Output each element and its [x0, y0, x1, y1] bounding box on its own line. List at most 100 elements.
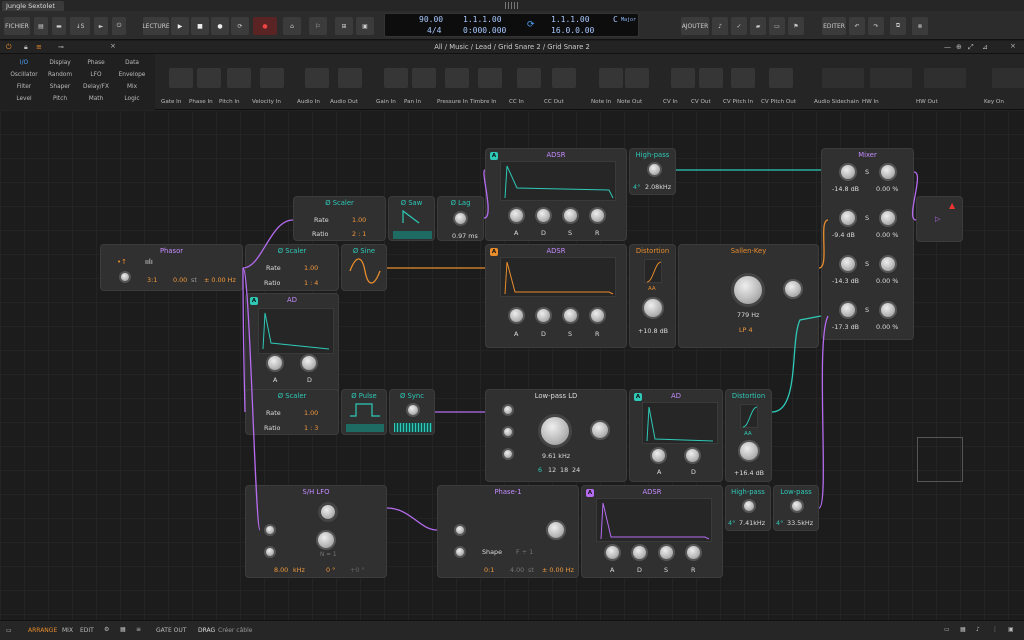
rate-value[interactable]: 1.00 [304, 409, 318, 417]
sine-module[interactable]: Ø Sine [341, 244, 387, 291]
distortion-module-2[interactable]: Distortion AA +16.4 dB [725, 389, 772, 482]
category-item[interactable]: Oscillator [6, 72, 42, 78]
device-tile[interactable] [924, 68, 966, 88]
phase1-module[interactable]: Phase-1 Shape F ÷ 1 0:1 4.00 st ± 0.00 H… [437, 485, 579, 578]
grid-canvas[interactable]: Phasor •↑ ıılı 3:1 0.00 st ± 0.00 Hz Ø S… [0, 110, 1024, 620]
category-item[interactable]: Mix [114, 84, 150, 90]
arrow-icon[interactable]: ► [94, 17, 108, 35]
scaler-module-3[interactable]: Ø Scaler Rate 1.00 Ratio 1 : 3 [245, 389, 339, 435]
pulse-module[interactable]: Ø Pulse [341, 389, 387, 435]
mix-tab[interactable]: MIX [62, 627, 73, 634]
scaler-module-1[interactable]: Ø Scaler Rate 1.00 Ratio 2 : 1 [293, 196, 386, 241]
device-tile[interactable] [197, 68, 221, 88]
ad-module-2[interactable]: A AD A D [629, 389, 723, 482]
keyboard-icon[interactable]: ▦ [120, 626, 126, 633]
close-panel-icon[interactable]: × [1010, 42, 1016, 50]
attack-knob[interactable] [266, 354, 284, 372]
note-icon[interactable]: ♪ [712, 17, 728, 35]
category-item[interactable]: Pitch [42, 96, 78, 102]
highpass-module-2[interactable]: High-pass 4° 7.41kHz [725, 485, 771, 531]
drive-knob[interactable] [738, 440, 760, 462]
mixer-module[interactable]: Mixer S -14.8 dB 0.00 % S -9.4 dB 0.00 % S -14.… [821, 148, 914, 340]
solo-button[interactable]: S [865, 260, 869, 268]
sallenkey-module[interactable]: Sallen-Key 779 Hz LP 4 [678, 244, 819, 348]
pan-value[interactable]: 0.00 % [876, 323, 898, 331]
device-tile[interactable] [699, 68, 723, 88]
record-button[interactable]: ● [211, 17, 229, 35]
screen-icon[interactable]: ▭ [944, 626, 950, 633]
small-knob-2[interactable] [502, 426, 514, 438]
sustain-knob[interactable] [562, 207, 579, 224]
decay-knob[interactable] [684, 447, 701, 464]
decay-knob[interactable] [535, 207, 552, 224]
fit-icon[interactable]: ⤢ [968, 43, 974, 52]
device-tile[interactable] [769, 68, 793, 88]
signature-value[interactable]: 4/4 [427, 26, 441, 35]
shape-knob[interactable] [316, 530, 336, 550]
pan-knob[interactable] [879, 255, 897, 273]
fine-value[interactable]: ± 0.00 Hz [204, 276, 236, 284]
level-value[interactable]: -14.3 dB [832, 277, 859, 285]
metronome-icon[interactable]: ⚐ [309, 17, 327, 35]
distortion-module-1[interactable]: Distortion AA +10.8 dB [629, 244, 676, 348]
scaler-module-2[interactable]: Ø Scaler Rate 1.00 Ratio 1 : 4 [245, 244, 339, 291]
loop-length-value[interactable]: 16.0.0.00 [551, 26, 594, 35]
semitone-value[interactable]: 0.00 [173, 276, 187, 284]
sync-knob[interactable] [406, 403, 420, 417]
category-item[interactable]: Data [114, 60, 150, 66]
cutoff-value[interactable]: 7.41kHz [739, 519, 765, 527]
level-value[interactable]: -14.8 dB [832, 185, 859, 193]
category-item[interactable]: Logic [114, 96, 150, 102]
category-item[interactable]: Math [78, 96, 114, 102]
lag-module[interactable]: Ø Lag 0.97 ms [437, 196, 484, 241]
menu-icon[interactable]: ▭ [6, 627, 12, 634]
shape-knob[interactable] [546, 520, 566, 540]
device-tile[interactable] [992, 68, 1024, 88]
position-value[interactable]: 1.1.1.00 [463, 15, 502, 24]
category-item[interactable]: Filter [6, 84, 42, 90]
attack-knob[interactable] [604, 544, 621, 561]
attack-knob[interactable] [650, 447, 667, 464]
level-knob[interactable] [839, 255, 857, 273]
slope-6[interactable]: 6 [538, 466, 542, 474]
pan-knob[interactable] [879, 163, 897, 181]
monitor-icon[interactable]: ▣ [356, 17, 374, 35]
sustain-knob[interactable] [562, 307, 579, 324]
pan-knob[interactable] [879, 209, 897, 227]
empty-slot[interactable] [917, 437, 963, 482]
stop-button[interactable]: ■ [191, 17, 209, 35]
sync-module[interactable]: Ø Sync [389, 389, 435, 435]
adsr-module-2[interactable]: A ADSR A D S R [485, 244, 627, 348]
small-knob-2[interactable] [264, 546, 276, 558]
edit-menu-button[interactable]: EDITER [822, 17, 846, 35]
attack-knob[interactable] [508, 307, 525, 324]
device-tile[interactable] [445, 68, 469, 88]
rate-value[interactable]: 8.00 [274, 566, 288, 574]
category-item[interactable]: Display [42, 60, 78, 66]
small-knob-2[interactable] [454, 546, 466, 558]
list-icon[interactable]: ≡ [136, 626, 141, 633]
arrange-tab[interactable]: ARRANGE [28, 627, 57, 634]
release-knob[interactable] [589, 207, 606, 224]
category-item[interactable]: Delay/FX [78, 84, 114, 90]
cutoff-value[interactable]: 2.08kHz [645, 183, 671, 191]
device-tile[interactable] [478, 68, 502, 88]
project-tab[interactable]: Jungle Sextolet * × [2, 1, 64, 18]
phase-knob[interactable] [119, 271, 131, 283]
ratio-value[interactable]: 0:1 [484, 566, 494, 574]
mode-label[interactable]: AA [648, 286, 656, 292]
marker-icon[interactable]: ▰ [750, 17, 766, 35]
pan-value[interactable]: 0.00 % [876, 185, 898, 193]
edit-tab[interactable]: EDIT [80, 627, 94, 634]
solo-button[interactable]: S [865, 306, 869, 314]
play-menu-button[interactable]: LECTURE [142, 17, 170, 35]
resonance-knob[interactable] [590, 420, 610, 440]
cutoff-knob[interactable] [538, 414, 572, 448]
release-knob[interactable] [685, 544, 702, 561]
lag-value[interactable]: 0.97 ms [452, 232, 478, 240]
level-knob[interactable] [839, 301, 857, 319]
semitone-value[interactable]: 4.00 [510, 566, 524, 574]
small-knob-1[interactable] [264, 524, 276, 536]
rate-value[interactable]: 1.00 [352, 216, 366, 224]
small-knob-1[interactable] [502, 404, 514, 416]
